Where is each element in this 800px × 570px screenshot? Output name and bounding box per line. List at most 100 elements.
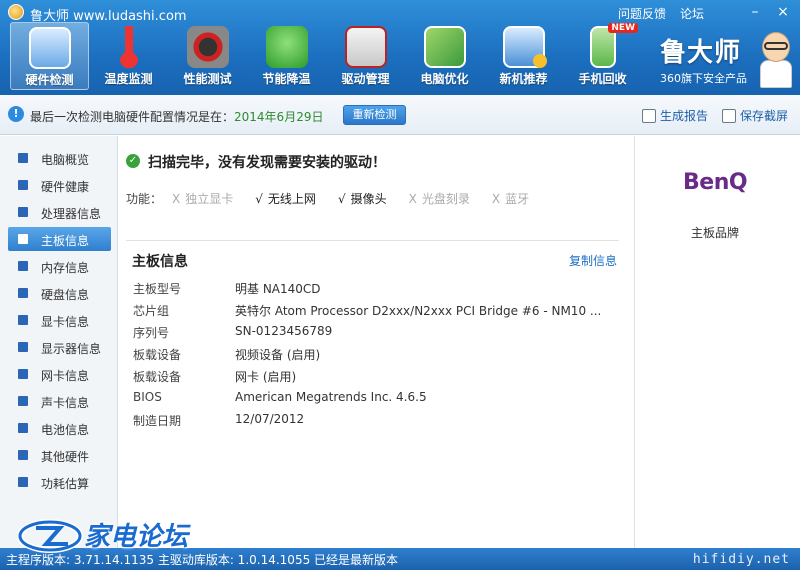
info-key: 序列号 — [133, 326, 170, 340]
thermometer-icon — [107, 26, 150, 68]
tab-label: 节能降温 — [262, 72, 311, 86]
info-value: 12/07/2012 — [235, 412, 305, 426]
tab-temperature[interactable]: 温度监测 — [89, 22, 168, 90]
main-panel: ✓ 扫描完毕，没有发现需要安装的驱动！ 功能： X 独立显卡 √ 无线上网 √ 摄像头 X 光… — [119, 136, 633, 548]
bullet-icon — [18, 369, 28, 379]
sidebar-item-label: 硬件健康 — [41, 180, 90, 194]
sidebar-item-label: 内存信息 — [41, 261, 90, 275]
feature-label: 无线上网 — [267, 192, 316, 206]
bullet-icon — [18, 342, 28, 352]
speedometer-icon — [186, 26, 229, 68]
tab-label: 新机推荐 — [499, 72, 548, 86]
sidebar-item[interactable]: 电脑概览 — [8, 146, 111, 170]
bullet-icon — [18, 288, 28, 298]
printer-icon — [642, 108, 656, 123]
sidebar-item[interactable]: 内存信息 — [8, 254, 111, 278]
feature-label: 独立显卡 — [185, 192, 234, 206]
bullet-icon — [18, 477, 28, 487]
sidebar-item-label: 硬盘信息 — [41, 288, 90, 302]
features-label: 功能： — [126, 192, 163, 206]
sidebar-item-label: 网卡信息 — [41, 369, 90, 383]
tab-driver-management[interactable]: 驱动管理 — [326, 22, 405, 90]
benq-logo: BenQ — [683, 170, 748, 195]
info-key: 主板型号 — [133, 282, 182, 296]
forum-link[interactable]: 论坛 — [680, 5, 704, 22]
bullet-icon — [18, 180, 28, 190]
copy-info-link[interactable]: 复制信息 — [569, 252, 617, 269]
app-logo-icon — [8, 4, 24, 20]
new-badge: NEW — [608, 23, 638, 33]
info-value: 网卡 (启用) — [235, 370, 297, 384]
sidebar-item-label: 主板信息 — [41, 234, 90, 248]
feature-label: 摄像头 — [350, 192, 387, 206]
feature-item: X 蓝牙 — [492, 190, 529, 207]
info-value: 明基 NA140CD — [235, 282, 321, 296]
sidebar-item-label: 其他硬件 — [41, 450, 90, 464]
feature-mark: √ — [337, 192, 346, 206]
sidebar-item[interactable]: 硬盘信息 — [8, 281, 111, 305]
sidebar-item[interactable]: 功耗估算 — [8, 470, 111, 494]
feedback-link[interactable]: 问题反馈 — [618, 5, 666, 22]
save-screenshot-label: 保存截屏 — [740, 109, 789, 123]
info-value: 英特尔 Atom Processor D2xxx/N2xxx PCI Bridg… — [235, 304, 602, 318]
check-icon: ✓ — [126, 154, 140, 168]
close-button[interactable]: × — [772, 3, 794, 21]
sidebar-item[interactable]: 网卡信息 — [8, 362, 111, 386]
tab-label: 温度监测 — [104, 72, 153, 86]
bullet-icon — [18, 423, 28, 433]
sidebar-item[interactable]: 硬件健康 — [8, 173, 111, 197]
recheck-button[interactable]: 重新检测 — [343, 105, 406, 125]
sidebar-item[interactable]: 主板信息 — [8, 227, 111, 251]
info-value: 视频设备 (启用) — [235, 348, 321, 362]
bullet-icon — [18, 234, 28, 244]
right-panel: BenQ 主板品牌 — [634, 136, 800, 548]
sidebar-item[interactable]: 显卡信息 — [8, 308, 111, 332]
info-value: SN-0123456789 — [235, 324, 333, 338]
feature-label: 蓝牙 — [505, 192, 530, 206]
save-screenshot-button[interactable]: 保存截屏 — [722, 107, 788, 124]
last-check-text: 最后一次检测电脑硬件配置情况是在：2014年6月29日 — [30, 108, 323, 125]
tab-pc-optimize[interactable]: 电脑优化 — [405, 22, 484, 90]
sidebar-item-label: 显示器信息 — [41, 342, 102, 356]
info-bar: ! 最后一次检测电脑硬件配置情况是在：2014年6月29日 重新检测 生成报告 … — [0, 95, 800, 135]
feature-item: X 光盘刻录 — [409, 190, 470, 207]
feature-list: 功能： X 独立显卡 √ 无线上网 √ 摄像头 X 光盘刻录 X 蓝牙 — [126, 190, 551, 207]
main-tabs: 硬件检测 温度监测 性能测试 节能降温 驱动管理 电脑优化 新机推荐 手机回收 — [10, 22, 642, 90]
sidebar-item-label: 电池信息 — [41, 423, 90, 437]
bullet-icon — [18, 153, 28, 163]
brand-subtitle: 360旗下安全产品 — [660, 72, 747, 85]
sidebar-item[interactable]: 声卡信息 — [8, 389, 111, 413]
feature-mark: X — [172, 192, 181, 206]
monitor-award-icon — [502, 26, 547, 68]
sidebar-item-label: 电脑概览 — [41, 153, 90, 167]
generate-report-label: 生成报告 — [660, 109, 709, 123]
sidebar-item-label: 功耗估算 — [41, 477, 90, 491]
sidebar-item[interactable]: 电池信息 — [8, 416, 111, 440]
forum-logo-icon — [17, 519, 83, 553]
sidebar-item[interactable]: 其他硬件 — [8, 443, 111, 467]
tab-performance[interactable]: 性能测试 — [168, 22, 247, 90]
top-links: 问题反馈 论坛 — [618, 5, 704, 22]
tab-hardware-check[interactable]: 硬件检测 — [10, 22, 89, 90]
divider — [126, 240, 619, 241]
sidebar-item[interactable]: 显示器信息 — [8, 335, 111, 359]
optimize-icon — [423, 26, 466, 68]
minimize-button[interactable]: – — [744, 3, 766, 21]
brand-logo: 鲁大师 360旗下安全产品 — [656, 30, 796, 90]
tab-new-pc[interactable]: 新机推荐 — [484, 22, 563, 90]
generate-report-button[interactable]: 生成报告 — [642, 107, 708, 124]
tab-energy-saving[interactable]: 节能降温 — [247, 22, 326, 90]
forum-watermark: 家电论坛 — [16, 512, 216, 562]
sidebar-item[interactable]: 处理器信息 — [8, 200, 111, 224]
mascot-icon — [758, 30, 794, 88]
feature-item: X 独立显卡 — [172, 190, 233, 207]
site-watermark: hifidiy.net — [692, 552, 790, 567]
feature-mark: X — [491, 192, 501, 206]
sidebar-item-label: 处理器信息 — [41, 207, 102, 221]
info-key: 板载设备 — [133, 348, 182, 362]
header-bar: 鲁大师 www.ludashi.com 问题反馈 论坛 – × 硬件检测 温度监… — [0, 0, 800, 95]
last-check-label: 最后一次检测电脑硬件配置情况是在： — [30, 110, 235, 124]
tab-phone-recycle[interactable]: 手机回收 NEW — [563, 22, 642, 90]
bullet-icon — [18, 315, 28, 325]
feature-item: √ 无线上网 — [255, 190, 316, 207]
